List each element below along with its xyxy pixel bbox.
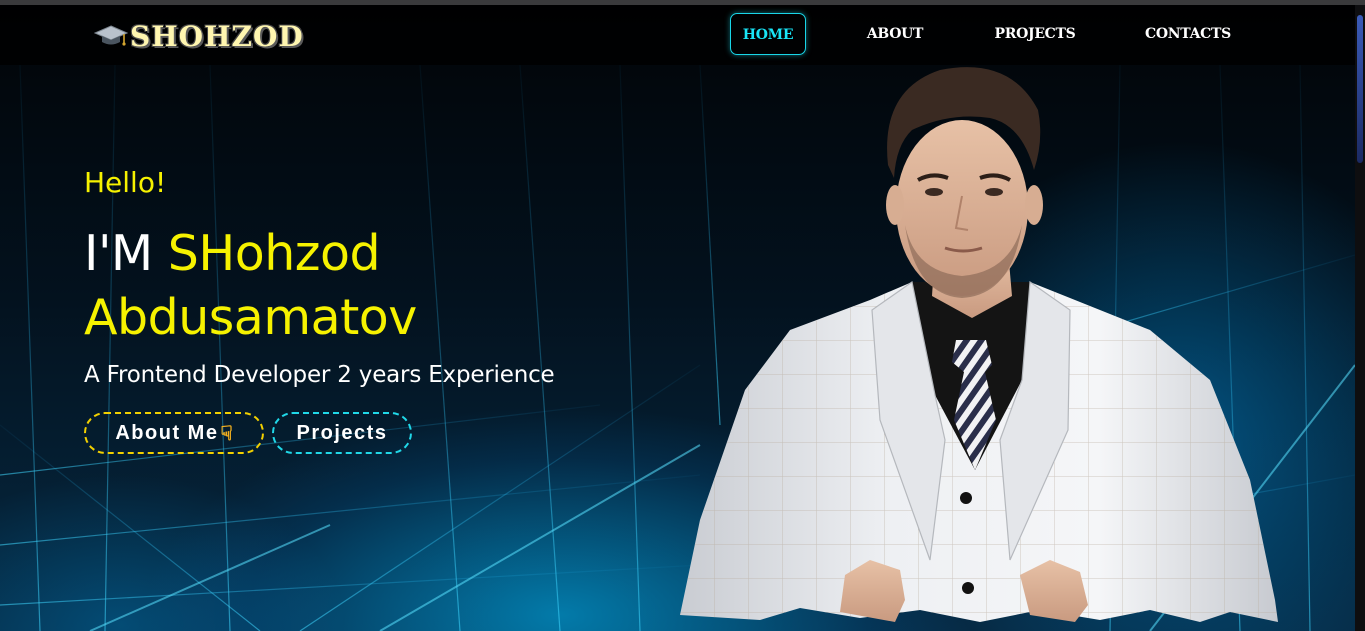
brand-name: SHOHZOD bbox=[130, 19, 304, 53]
graduation-cap-icon bbox=[93, 23, 129, 49]
hero-intro: I'M bbox=[84, 225, 168, 282]
hero-name-last: Abdusamatov bbox=[84, 289, 417, 346]
scrollbar-thumb[interactable] bbox=[1357, 15, 1363, 163]
about-me-button[interactable]: About Me ☟ bbox=[84, 412, 264, 454]
brand-logo[interactable]: SHOHZOD bbox=[93, 19, 304, 53]
hero-subtitle: A Frontend Developer 2 years Experience bbox=[84, 362, 555, 388]
page-scrollbar[interactable] bbox=[1355, 5, 1365, 631]
pointing-hand-icon: ☟ bbox=[220, 422, 233, 445]
hero-headline: I'M SHohzod Abdusamatov bbox=[84, 222, 644, 350]
profile-portrait bbox=[680, 67, 1278, 622]
projects-button[interactable]: Projects bbox=[272, 412, 412, 454]
projects-label: Projects bbox=[296, 421, 388, 444]
hero-greeting: Hello! bbox=[84, 166, 167, 199]
about-me-label: About Me bbox=[115, 421, 219, 444]
hero-name-first: SHohzod bbox=[167, 225, 381, 282]
